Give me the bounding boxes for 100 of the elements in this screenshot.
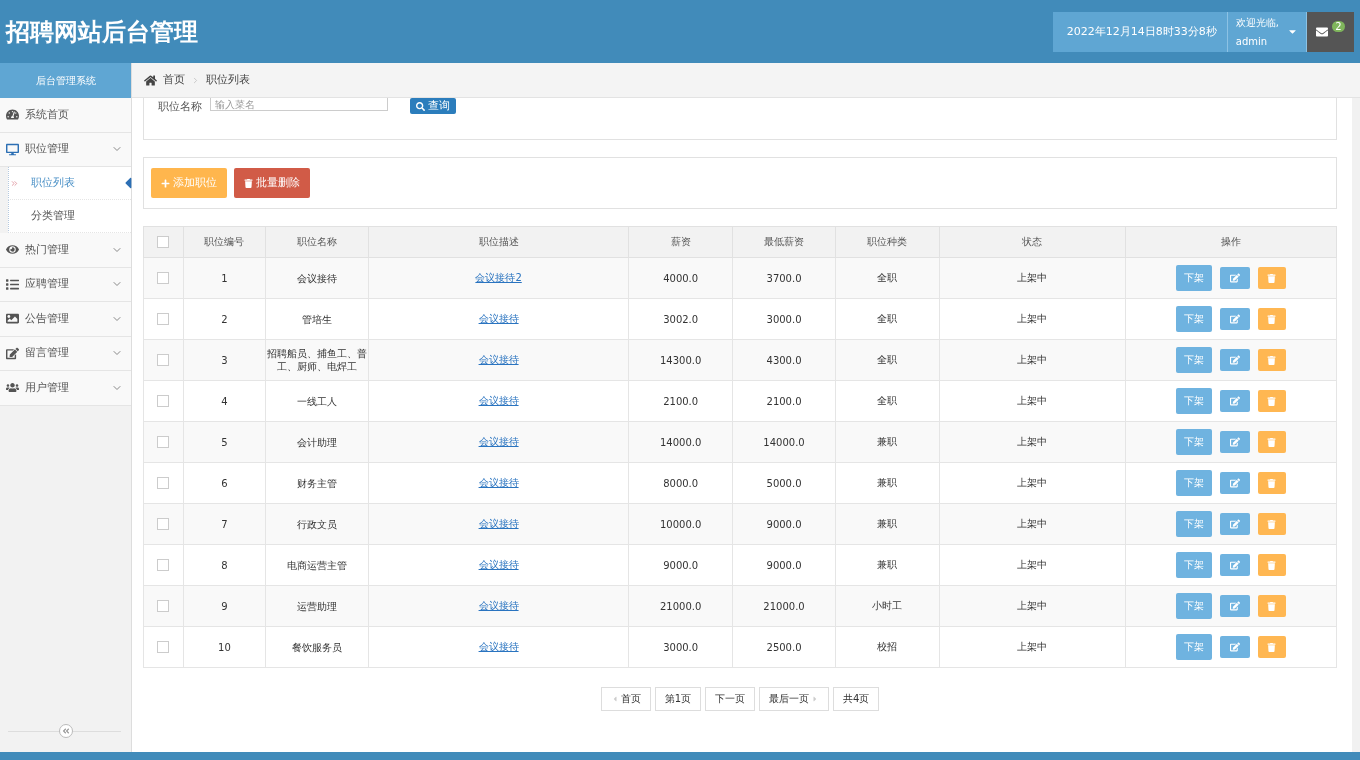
pagination-button[interactable]: 首页 (600, 687, 651, 711)
edit-button[interactable] (1220, 636, 1250, 658)
chevron-icon (191, 75, 200, 85)
description-link[interactable]: 会议接待 (478, 436, 519, 447)
edit-icon (1230, 519, 1240, 529)
description-link[interactable]: 会议接待2 (475, 272, 522, 283)
edit-button[interactable] (1220, 513, 1250, 535)
trash-icon (1267, 601, 1277, 611)
sidebar-item[interactable]: 留言管理 (0, 336, 131, 371)
search-field[interactable]: 输入菜名 (210, 98, 388, 111)
delete-button[interactable] (1258, 636, 1286, 658)
delete-button[interactable] (1258, 431, 1286, 453)
edit-button[interactable] (1220, 308, 1250, 330)
datetime: 2022年12月14日8时33分8秒 (1052, 11, 1228, 52)
sidebar-item[interactable]: 应聘管理 (0, 267, 131, 302)
search-button[interactable]: 查询 (410, 98, 456, 114)
description-link[interactable]: 会议接待 (478, 477, 519, 488)
table-cell: 兼职 (835, 544, 940, 586)
edit-button[interactable] (1220, 554, 1250, 576)
delete-button[interactable] (1258, 472, 1286, 494)
pagination-button[interactable]: 共4页 (833, 687, 880, 711)
eye-icon (6, 243, 19, 257)
table-cell: 全职 (835, 298, 940, 340)
image-icon (6, 312, 19, 326)
edit-button[interactable] (1220, 472, 1250, 494)
table-cell: 8 (183, 544, 266, 586)
column-header: 薪资 (628, 226, 733, 258)
table-cell: 1 (183, 257, 266, 299)
description-link[interactable]: 会议接待 (478, 395, 519, 406)
delete-button[interactable] (1258, 513, 1286, 535)
table-cell: 2 (183, 298, 266, 340)
edit-icon (1230, 642, 1240, 652)
message-count: 2 (1332, 21, 1345, 32)
description-link[interactable]: 会议接待 (478, 559, 519, 570)
submenu-item[interactable]: 分类管理 (8, 200, 131, 233)
table-cell: 财务主管 (297, 476, 338, 490)
delete-button[interactable] (1258, 349, 1286, 371)
row-checkbox[interactable] (157, 600, 170, 612)
table-cell: 上架中 (939, 298, 1126, 340)
batch-delete-button[interactable]: 批量删除 (234, 168, 310, 198)
edit-button[interactable] (1220, 390, 1250, 412)
table-cell: 上架中 (939, 257, 1126, 299)
edit-button[interactable] (1220, 349, 1250, 371)
sidebar-item[interactable]: 系统首页 (0, 98, 131, 133)
row-checkbox[interactable] (157, 518, 170, 530)
table-cell: 兼职 (835, 462, 940, 504)
sidebar-item[interactable]: 职位管理 (0, 132, 131, 167)
delete-button[interactable] (1258, 554, 1286, 576)
trash-icon (1267, 478, 1277, 488)
row-checkbox[interactable] (157, 354, 170, 366)
description-link[interactable]: 会议接待 (478, 600, 519, 611)
delete-button[interactable] (1258, 595, 1286, 617)
table-cell: 兼职 (835, 421, 940, 463)
table-cell: 兼职 (835, 503, 940, 545)
edit-button[interactable] (1220, 431, 1250, 453)
row-checkbox[interactable] (157, 436, 170, 448)
description-link[interactable]: 会议接待 (478, 518, 519, 529)
dashboard-icon (6, 108, 19, 122)
collapse-button[interactable] (58, 724, 73, 738)
delete-button[interactable] (1258, 390, 1286, 412)
pagination-button[interactable]: 下一页 (705, 687, 755, 711)
table-cell: 14000.0 (628, 421, 733, 463)
table-cell: 全职 (835, 380, 940, 422)
breadcrumb-item: 职位列表 (206, 73, 250, 87)
table-cell: 10000.0 (628, 503, 733, 545)
sidebar-item[interactable]: 热门管理 (0, 233, 131, 268)
trash-icon (1267, 519, 1277, 529)
delete-button[interactable] (1258, 267, 1286, 289)
row-checkbox[interactable] (157, 395, 170, 407)
description-link[interactable]: 会议接待 (478, 641, 519, 652)
description-link[interactable]: 会议接待 (478, 354, 519, 365)
column-header: 职位描述 (368, 226, 629, 258)
description-link[interactable]: 会议接待 (478, 313, 519, 324)
submenu-item[interactable]: 职位列表 (8, 167, 131, 200)
delete-button[interactable] (1258, 308, 1286, 330)
sidebar-item[interactable]: 公告管理 (0, 302, 131, 337)
row-checkbox[interactable] (157, 477, 170, 489)
row-checkbox[interactable] (157, 641, 170, 653)
row-checkbox[interactable] (157, 559, 170, 571)
table-cell: 8000.0 (628, 462, 733, 504)
select-all-checkbox[interactable] (157, 236, 170, 248)
table-cell: 5 (183, 421, 266, 463)
sidebar-item[interactable]: 用户管理 (0, 371, 131, 406)
edit-button[interactable] (1220, 267, 1250, 289)
table-cell: 4 (183, 380, 266, 422)
row-checkbox[interactable] (157, 272, 170, 284)
user-menu[interactable]: 欢迎光临, admin (1227, 11, 1306, 52)
edit-button[interactable] (1220, 595, 1250, 617)
table-cell: 会计助理 (297, 435, 338, 449)
users-icon (6, 381, 19, 395)
search-icon (416, 101, 425, 111)
field-label: 职位名称 (158, 100, 202, 114)
table-cell: 招聘船员、捕鱼工、普工、厨师、电焊工 (267, 347, 368, 373)
table-cell: 上架中 (939, 421, 1126, 463)
pagination-button[interactable]: 最后一页 (759, 687, 829, 711)
breadcrumb-item[interactable]: 首页 (163, 73, 185, 87)
table-cell: 2100.0 (628, 380, 733, 422)
table-cell: 全职 (835, 257, 940, 299)
row-checkbox[interactable] (157, 313, 170, 325)
pagination-button[interactable]: 第1页 (654, 687, 701, 711)
